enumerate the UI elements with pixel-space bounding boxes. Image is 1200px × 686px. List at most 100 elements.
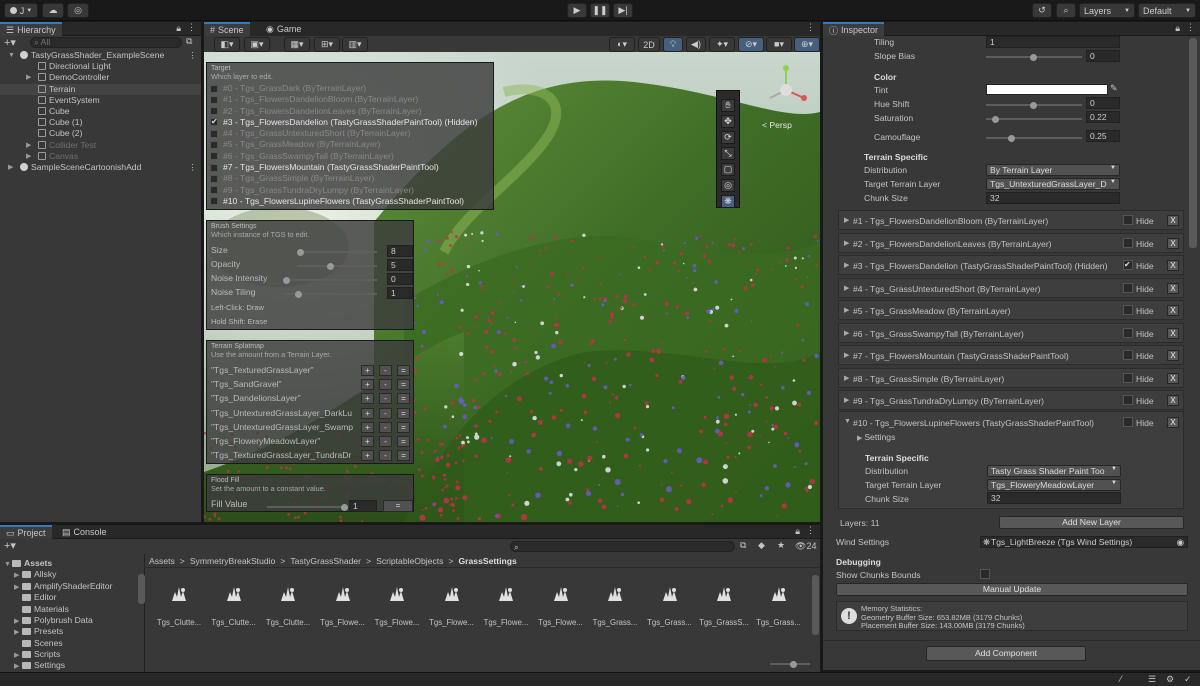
hierarchy-item[interactable]: Directional Light xyxy=(0,61,201,72)
asset-item[interactable]: Tgs_Flowe... xyxy=(372,584,422,627)
breadcrumb-item[interactable]: Assets xyxy=(149,556,175,566)
hue-shift-field[interactable]: 0 xyxy=(1086,97,1120,109)
lock-icon[interactable]: 🔒︎ xyxy=(795,526,800,537)
asset-item[interactable]: Tgs_Clutte... xyxy=(209,584,259,627)
layer-row[interactable]: ▶ #4 - Tgs_GrassUntexturedShort (ByTerrai… xyxy=(838,277,1184,298)
tab-hierarchy[interactable]: ☰ Hierarchy xyxy=(0,22,62,36)
folder-item[interactable]: Editor xyxy=(0,592,144,603)
fill-apply-button[interactable]: = xyxy=(383,500,413,512)
expand-arrow-icon[interactable]: ▼ xyxy=(844,418,851,425)
target-layer-item[interactable]: #0 - Tgs_GrassDark (ByTerrainLayer) xyxy=(207,83,493,94)
chevron-right-icon[interactable]: ▶ xyxy=(14,570,22,581)
show-chunks-checkbox[interactable] xyxy=(980,569,990,579)
asset-item[interactable]: Tgs_Flowe... xyxy=(427,584,477,627)
hide-checkbox[interactable] xyxy=(1123,395,1133,405)
noise-intensity-field[interactable]: 0 xyxy=(387,273,413,285)
chevron-down-icon[interactable]: ▼ xyxy=(8,50,16,61)
splatmap-eq-button[interactable]: = xyxy=(397,436,410,447)
hierarchy-item[interactable]: ▼ TastyGrassShader_ExampleScene ⋮ xyxy=(0,50,201,61)
menu-icon[interactable]: ⋮ xyxy=(806,525,815,536)
layer-row[interactable]: ▶ #6 - Tgs_GrassSwampyTall (ByTerrainLaye… xyxy=(838,322,1184,343)
cloud-icon[interactable]: ☁ xyxy=(42,3,64,18)
layer-checkbox[interactable] xyxy=(210,84,218,93)
asset-item[interactable]: Tgs_Flowe... xyxy=(318,584,368,627)
splatmap-minus-button[interactable]: - xyxy=(379,436,392,447)
create-button[interactable]: +▾ xyxy=(4,539,16,552)
hide-checkbox[interactable] xyxy=(1123,215,1133,225)
breadcrumb-item[interactable]: TastyGrassShader xyxy=(290,556,361,566)
chevron-right-icon[interactable]: ▶ xyxy=(14,616,22,627)
layer-checkbox[interactable] xyxy=(210,140,218,149)
splatmap-plus-button[interactable]: + xyxy=(361,365,374,376)
layer-checkbox[interactable] xyxy=(210,163,218,172)
breadcrumb-item[interactable]: ScriptableObjects xyxy=(376,556,443,566)
folder-item[interactable]: ▶ Scripts xyxy=(0,649,144,660)
search-type-icon[interactable]: ⧉ xyxy=(740,540,746,551)
bug-icon[interactable]: ⚙ xyxy=(1166,674,1174,685)
remove-layer-button[interactable]: X xyxy=(1167,327,1179,339)
chevron-right-icon[interactable]: ▶ xyxy=(844,306,849,314)
splatmap-eq-button[interactable]: = xyxy=(397,450,410,462)
chevron-right-icon[interactable]: ▶ xyxy=(26,140,34,151)
splatmap-minus-button[interactable]: - xyxy=(379,379,392,391)
camera-settings-icon[interactable]: ■▾ xyxy=(766,37,792,52)
target-layer-item[interactable]: #2 - Tgs_FlowersDandelionLeaves (ByTerra… xyxy=(207,106,493,117)
chevron-right-icon[interactable]: ▶ xyxy=(14,661,22,672)
chevron-right-icon[interactable]: ▶ xyxy=(844,329,849,337)
filter-icon[interactable]: ⧉ xyxy=(186,36,192,47)
size-field[interactable]: 8 xyxy=(387,245,413,257)
fill-value-field[interactable]: 1 xyxy=(349,500,377,512)
tiling-field[interactable]: 1 xyxy=(986,36,1120,48)
asset-item[interactable]: Tgs_Clutte... xyxy=(263,584,313,627)
layer-10-target-layer-dropdown[interactable]: Tgs_FloweryMeadowLayer ▼ xyxy=(987,479,1121,491)
hide-checkbox[interactable] xyxy=(1123,350,1133,360)
tree-scrollbar[interactable] xyxy=(138,574,145,604)
distribution-dropdown[interactable]: By Terrain Layer ▼ xyxy=(986,164,1120,176)
chevron-right-icon[interactable]: ▶ xyxy=(844,284,849,292)
add-button[interactable]: +▾ xyxy=(4,36,16,49)
saturation-field[interactable]: 0.22 xyxy=(1086,111,1120,123)
lock-icon[interactable]: 🔒︎ xyxy=(1175,23,1180,34)
slope-bias-field[interactable]: 0 xyxy=(1086,50,1120,62)
splatmap-plus-button[interactable]: + xyxy=(361,436,374,447)
layer-row[interactable]: ▶ #3 - Tgs_FlowersDandelion (TastyGrassSh… xyxy=(838,255,1184,275)
hide-checkbox[interactable] xyxy=(1123,305,1133,315)
eyedropper-icon[interactable]: ✎ xyxy=(1110,83,1118,94)
remove-layer-button[interactable]: X xyxy=(1167,372,1179,384)
grass-paint-tool-icon[interactable]: ❋ xyxy=(721,195,735,208)
folder-item[interactable]: ▶ Allsky xyxy=(0,569,144,580)
label-icon[interactable]: ◆ xyxy=(758,540,765,551)
hide-checkbox[interactable] xyxy=(1123,417,1133,427)
target-layer-item[interactable]: #7 - Tgs_FlowersMountain (TastyGrassShad… xyxy=(207,162,493,173)
target-terrain-layer-dropdown[interactable]: Tgs_UntexturedGrassLayer_D ▼ xyxy=(986,178,1120,190)
folder-item[interactable]: ▶ AmplifyShaderEditor xyxy=(0,581,144,592)
target-layer-item[interactable]: #1 - Tgs_FlowersDandelionBloom (ByTerrai… xyxy=(207,94,493,105)
splatmap-plus-button[interactable]: + xyxy=(361,379,374,391)
splatmap-plus-button[interactable]: + xyxy=(361,421,374,433)
transform-tool-icon[interactable]: ◎ xyxy=(721,179,735,192)
asset-item[interactable]: Tgs_Grass... xyxy=(754,584,804,627)
tint-color-field[interactable] xyxy=(986,84,1108,95)
target-layer-item[interactable]: #10 - Tgs_FlowersLupineFlowers (TastyGra… xyxy=(207,196,493,207)
splatmap-eq-button[interactable]: = xyxy=(397,421,410,433)
hierarchy-item[interactable]: ▶ Collider Test xyxy=(0,140,201,151)
chevron-right-icon[interactable]: ▶ xyxy=(844,239,849,247)
chunk-size-field[interactable]: 32 xyxy=(986,192,1120,204)
folder-item[interactable]: ▶ Presets xyxy=(0,626,144,637)
hide-checkbox[interactable]: ✔ xyxy=(1123,260,1133,270)
slope-bias-slider[interactable] xyxy=(986,53,1082,61)
add-component-button[interactable]: Add Component xyxy=(926,646,1086,661)
chevron-right-icon[interactable]: ▶ xyxy=(26,151,34,162)
splatmap-minus-button[interactable]: - xyxy=(379,421,392,433)
object-picker-icon[interactable]: ◉ xyxy=(1177,537,1184,548)
asset-item[interactable]: Tgs_Flowe... xyxy=(481,584,531,627)
asset-item[interactable]: Tgs_Clutte... xyxy=(154,584,204,627)
mode-2d-button[interactable]: 2D xyxy=(638,37,660,52)
assets-scrollbar[interactable] xyxy=(812,575,819,635)
chevron-right-icon[interactable]: ▶ xyxy=(14,650,22,661)
step-button[interactable]: ▶| xyxy=(613,3,633,18)
move-tool-icon[interactable]: ✥ xyxy=(721,115,735,128)
remove-layer-button[interactable]: X xyxy=(1167,237,1179,249)
menu-icon[interactable]: ⋮ xyxy=(188,162,197,173)
zoom-slider[interactable] xyxy=(770,660,810,668)
